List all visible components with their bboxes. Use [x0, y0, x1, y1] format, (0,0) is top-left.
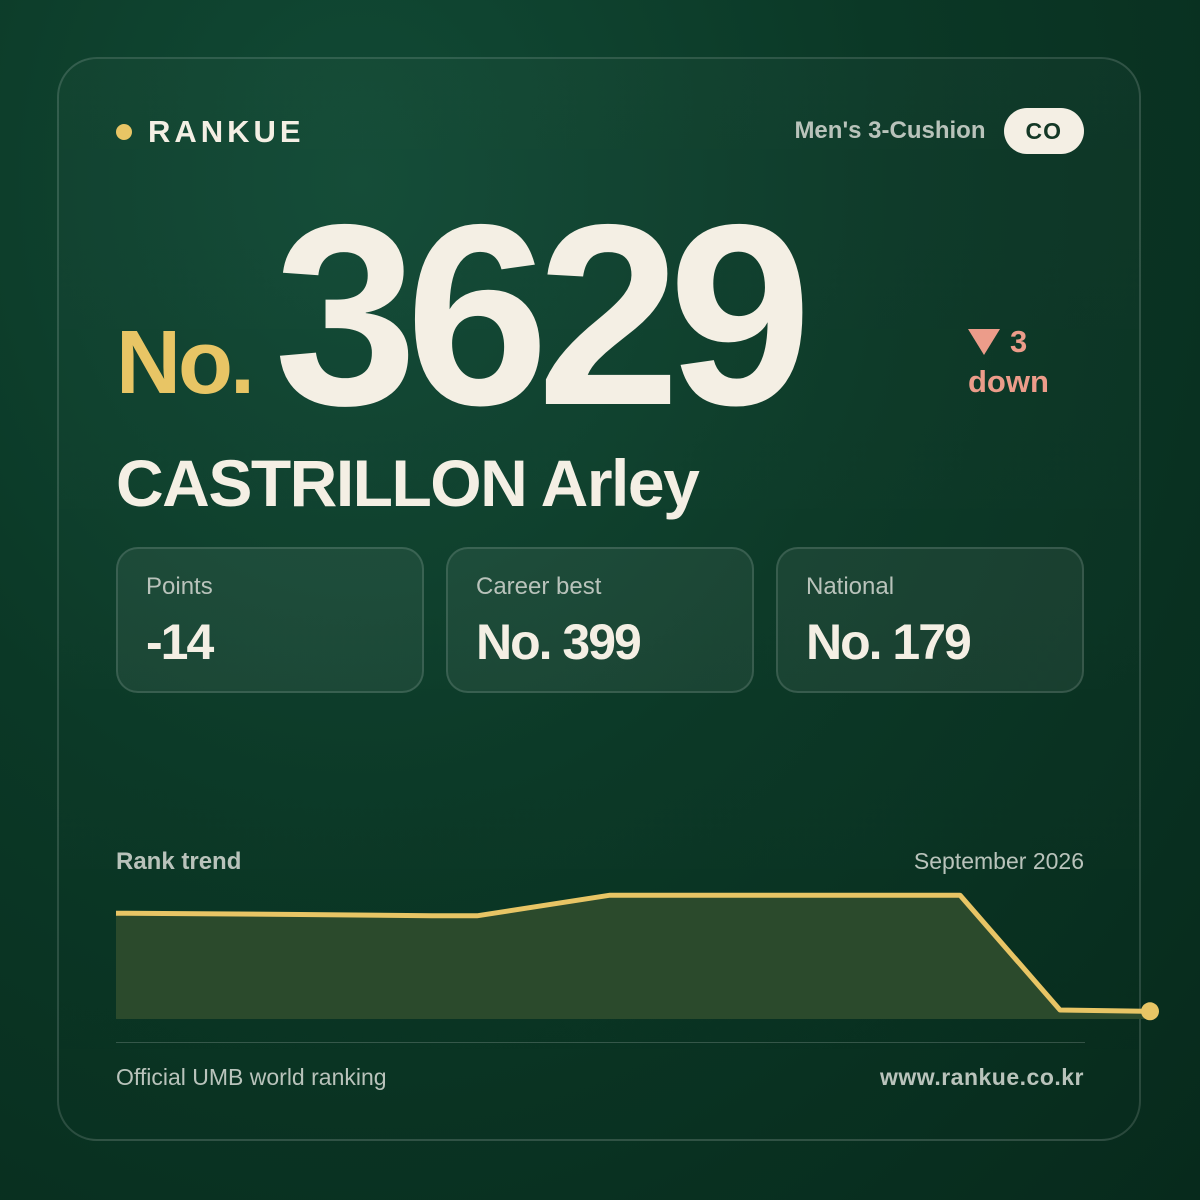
- footer-divider: [116, 1042, 1085, 1043]
- footer-source: Official UMB world ranking: [116, 1064, 387, 1090]
- trend-end-point: [1141, 1002, 1159, 1021]
- footer-url[interactable]: www.rankue.co.kr: [880, 1064, 1084, 1091]
- rank-trend-chart: [115, 892, 1159, 1021]
